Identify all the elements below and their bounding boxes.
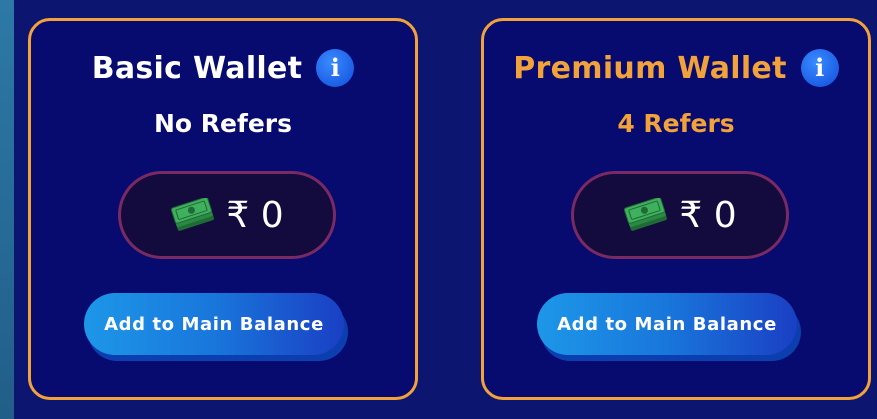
left-edge-background	[0, 0, 14, 419]
premium-wallet-refers: 4 Refers	[617, 109, 735, 138]
premium-wallet-title-row: Premium Wallet i	[484, 49, 868, 87]
info-icon[interactable]: i	[800, 49, 839, 87]
info-icon[interactable]: i	[316, 49, 355, 87]
basic-wallet-title-row: Basic Wallet i	[31, 49, 415, 87]
basic-add-to-main-balance-button[interactable]: Add to Main Balance	[84, 293, 344, 355]
basic-wallet-amount: ₹ 0	[226, 194, 284, 236]
cash-icon	[624, 198, 668, 231]
premium-wallet-amount: ₹ 0	[679, 194, 737, 236]
basic-wallet-refers: No Refers	[153, 109, 293, 138]
premium-wallet-title: Premium Wallet	[513, 50, 787, 86]
basic-wallet-card: Basic Wallet i No Refers ₹ 0 Add to Main …	[28, 18, 418, 400]
premium-add-to-main-balance-button[interactable]: Add to Main Balance	[537, 293, 797, 355]
basic-wallet-title: Basic Wallet	[91, 50, 303, 86]
cash-icon	[171, 198, 215, 231]
premium-wallet-card: Premium Wallet i 4 Refers ₹ 0 Add to Main…	[481, 18, 871, 400]
basic-wallet-amount-display: ₹ 0	[118, 171, 336, 259]
premium-wallet-amount-display: ₹ 0	[571, 171, 789, 259]
